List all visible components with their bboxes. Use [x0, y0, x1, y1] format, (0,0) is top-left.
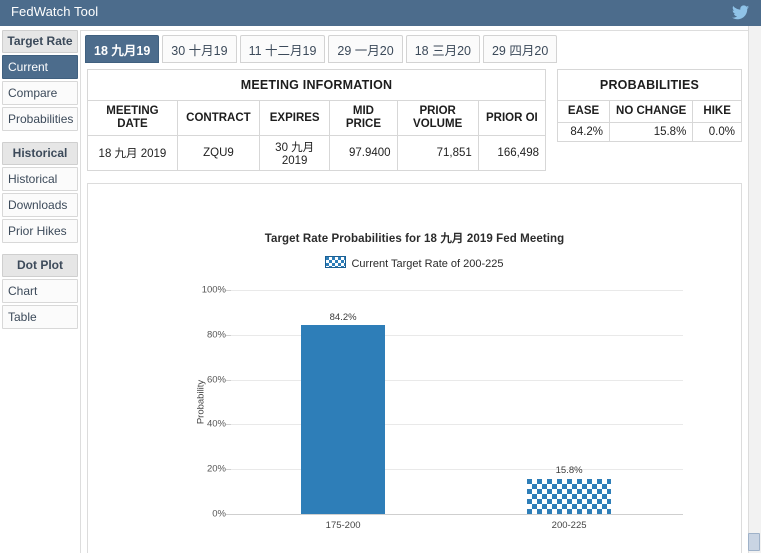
bar-value-200-225: 15.8% — [555, 465, 583, 477]
meeting-information-table: MEETING INFORMATION MEETING DATE CONTRAC… — [87, 69, 547, 171]
col-header-contract: CONTRACT — [176, 100, 261, 136]
gridline-60: 60% — [207, 374, 683, 385]
cell-contract: ZQU9 — [176, 135, 261, 171]
tab-18-sep-19[interactable]: 18 九月19 — [85, 35, 160, 63]
sidebar-group-dot-plot: Dot Plot Chart Table — [0, 254, 80, 329]
legend-label-current-target-rate: Current Target Rate of 200-225 — [351, 258, 504, 270]
x-tick-175-200: 175-200 — [325, 520, 361, 531]
table-row: PROBABILITIES — [557, 69, 742, 101]
cell-hike: 0.0% — [692, 122, 742, 142]
summary-tables: MEETING INFORMATION MEETING DATE CONTRAC… — [87, 69, 742, 177]
y-tick-0: 0% — [212, 508, 226, 520]
scrollbar-thumb[interactable] — [748, 533, 760, 551]
col-header-ease: EASE — [556, 100, 611, 123]
col-header-expires: EXPIRES — [258, 100, 331, 136]
gridline-80: 80% — [207, 329, 683, 340]
y-tick-60: 60% — [206, 374, 226, 386]
sidebar-group-target-rate: Target Rate Current Compare Probabilitie… — [0, 30, 80, 131]
sidebar-heading-historical: Historical — [2, 142, 78, 165]
sidebar-item-prior-hikes[interactable]: Prior Hikes — [2, 219, 78, 243]
tab-29-apr-20[interactable]: 29 四月20 — [482, 35, 558, 63]
target-rate-chart: Target Rate Probabilities for 18 九月 2019… — [87, 183, 742, 553]
cell-meeting-date: 18 九月 2019 — [87, 135, 178, 171]
sidebar-item-current[interactable]: Current — [2, 55, 78, 79]
cell-mid-price: 97.9400 — [329, 135, 398, 171]
table-row: MEETING DATE CONTRACT EXPIRES MID PRICE … — [87, 100, 547, 136]
chart-title: Target Rate Probabilities for 18 九月 2019… — [264, 233, 565, 245]
tab-29-jan-20[interactable]: 29 一月20 — [328, 35, 403, 63]
sidebar-item-downloads[interactable]: Downloads — [2, 193, 78, 217]
cell-no-change: 15.8% — [609, 122, 694, 142]
bar-value-175-200: 84.2% — [329, 311, 357, 323]
bar-200-225[interactable] — [527, 478, 611, 514]
probabilities-table: PROBABILITIES EASE NO CHANGE HIKE 84.2% … — [556, 69, 742, 142]
table-row: 18 九月 2019 ZQU9 30 九月 2019 97.9400 71,85… — [87, 135, 547, 171]
sidebar-item-table[interactable]: Table — [2, 305, 78, 329]
twitter-icon[interactable] — [732, 5, 749, 20]
cell-expires: 30 九月 2019 — [258, 135, 331, 171]
legend-swatch-icon — [325, 256, 347, 268]
fedwatch-app: FedWatch Tool Target Rate Current Compar… — [0, 0, 761, 553]
col-header-no-change: NO CHANGE — [609, 100, 694, 123]
y-tick-80: 80% — [206, 329, 226, 341]
col-header-prior-volume: PRIOR VOLUME — [396, 100, 479, 136]
tab-18-mar-20[interactable]: 18 三月20 — [405, 35, 480, 63]
sidebar-group-historical: Historical Historical Downloads Prior Hi… — [0, 142, 80, 243]
cell-ease: 84.2% — [556, 122, 611, 142]
sidebar-item-historical[interactable]: Historical — [2, 167, 78, 191]
probabilities-title: PROBABILITIES — [557, 69, 742, 101]
sidebar-item-chart[interactable]: Chart — [2, 279, 78, 303]
col-header-prior-oi: PRIOR OI — [477, 100, 547, 136]
chart-legend: Current Target Rate of 200-225 — [88, 256, 741, 270]
col-header-mid-price: MID PRICE — [329, 100, 398, 136]
cme-logo-watermark-icon — [728, 439, 741, 551]
table-row: MEETING INFORMATION — [87, 69, 546, 101]
y-tick-100: 100% — [201, 284, 226, 296]
gridline-0: 0% — [212, 509, 683, 520]
tab-11-dec-19[interactable]: 11 十二月19 — [239, 35, 326, 63]
y-axis-label: Probability — [195, 379, 207, 425]
y-tick-40: 40% — [206, 418, 226, 430]
meeting-tabs: 18 九月19 30 十月19 11 十二月19 29 一月20 18 三月20… — [85, 35, 560, 63]
plot-area: Probability 100% 80% 60% 40% 20% 0% 84.2… — [196, 285, 683, 531]
cell-prior-volume: 71,851 — [396, 135, 479, 171]
sidebar-item-probabilities[interactable]: Probabilities — [2, 107, 78, 131]
tab-30-oct-19[interactable]: 30 十月19 — [162, 35, 237, 63]
gridline-100: 100% — [202, 285, 683, 296]
gridline-40: 40% — [207, 419, 683, 430]
content-panel: 18 九月19 30 十月19 11 十二月19 29 一月20 18 三月20… — [80, 30, 749, 553]
sidebar-item-compare[interactable]: Compare — [2, 81, 78, 105]
sidebar-heading-dot-plot: Dot Plot — [2, 254, 78, 277]
table-row: EASE NO CHANGE HIKE — [556, 100, 742, 123]
col-header-meeting-date: MEETING DATE — [87, 100, 178, 136]
x-tick-200-225: 200-225 — [551, 520, 587, 531]
cell-prior-oi: 166,498 — [477, 135, 547, 171]
col-header-hike: HIKE — [692, 100, 742, 123]
sidebar-heading-target-rate: Target Rate — [2, 30, 78, 53]
table-row: 84.2% 15.8% 0.0% — [556, 122, 742, 142]
sidebar: Target Rate Current Compare Probabilitie… — [0, 30, 80, 331]
y-tick-20: 20% — [206, 463, 226, 475]
bar-175-200[interactable] — [301, 325, 385, 514]
vertical-scrollbar[interactable] — [748, 26, 761, 553]
title-bar: FedWatch Tool — [0, 0, 761, 26]
meeting-information-title: MEETING INFORMATION — [87, 69, 546, 101]
app-title: FedWatch Tool — [11, 4, 99, 19]
